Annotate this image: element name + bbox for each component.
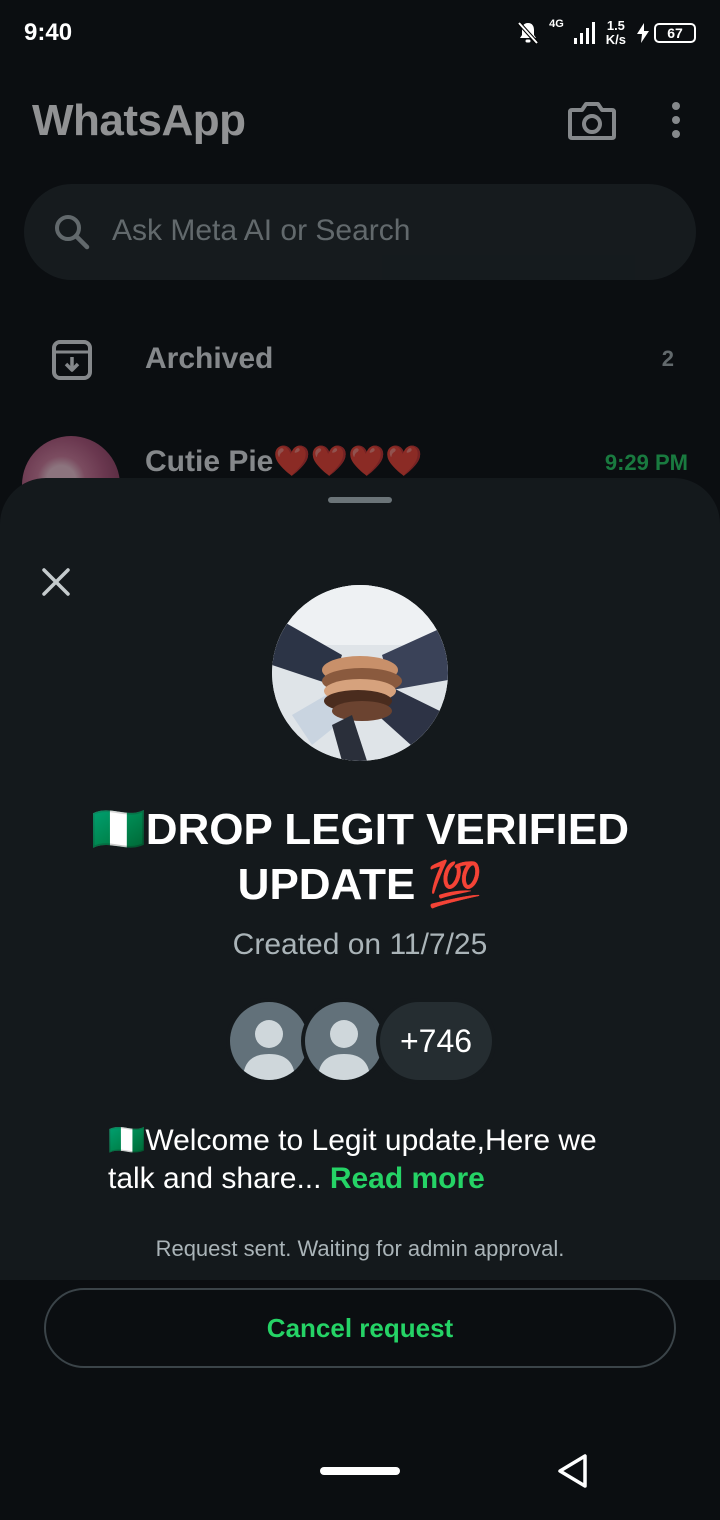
bell-muted-icon [517, 21, 539, 45]
more-vertical-icon [672, 102, 680, 138]
chat-name: Cutie Pie❤️❤️❤️❤️ [145, 445, 423, 478]
close-button[interactable] [36, 562, 76, 602]
status-bar: 9:40 4G 1.5 K/s 67 [0, 0, 720, 66]
status-time: 9:40 [24, 19, 73, 46]
group-invite-sheet: 🇳🇬DROP LEGIT VERIFIED UPDATE 💯 Created o… [0, 478, 720, 1280]
home-gesture-bar[interactable] [320, 1467, 400, 1475]
pending-status: Request sent. Waiting for admin approval… [155, 1236, 565, 1261]
search-icon [55, 215, 90, 250]
network-type: 4G [549, 18, 564, 30]
chat-time: 9:29 PM [604, 450, 688, 475]
more-options-button[interactable] [664, 100, 688, 140]
signal-icon [573, 22, 595, 44]
search-bar[interactable]: Ask Meta AI or Search [24, 184, 696, 280]
close-icon [42, 568, 70, 596]
action-area: Cancel request [0, 1280, 720, 1520]
archived-row[interactable]: Archived 2 [0, 322, 720, 398]
status-icons: 4G 1.5 K/s 67 [517, 14, 696, 52]
group-description: 🇳🇬Welcome to Legit update,Here we talk a… [108, 1122, 628, 1198]
archived-count: 2 [661, 346, 674, 371]
archive-icon [52, 340, 92, 380]
battery-indicator: 67 [636, 23, 696, 43]
charging-bolt-icon [637, 23, 649, 43]
cancel-request-button[interactable]: Cancel request [44, 1288, 676, 1368]
archived-label: Archived [145, 342, 274, 375]
member-avatar [301, 998, 387, 1084]
person-icon [318, 1020, 370, 1080]
group-title: 🇳🇬DROP LEGIT VERIFIED UPDATE 💯 [90, 805, 630, 909]
member-count-badge: +746 [376, 998, 496, 1084]
chat-list-background: WhatsApp Ask Meta AI or Search Archived … [0, 66, 720, 534]
group-photo [272, 585, 448, 761]
network-speed: 1.5 K/s [605, 18, 626, 47]
camera-button[interactable] [566, 98, 618, 144]
member-avatar [226, 998, 312, 1084]
read-more-link[interactable]: Read more [330, 1162, 485, 1195]
back-triangle-icon[interactable] [555, 1452, 591, 1490]
created-date: Created on 11/7/25 [232, 928, 488, 961]
person-icon [243, 1020, 295, 1080]
battery-level: 67 [654, 23, 696, 43]
drag-handle[interactable] [328, 497, 392, 503]
app-title: WhatsApp [32, 96, 246, 145]
camera-icon [568, 102, 616, 140]
search-placeholder: Ask Meta AI or Search [112, 214, 411, 247]
